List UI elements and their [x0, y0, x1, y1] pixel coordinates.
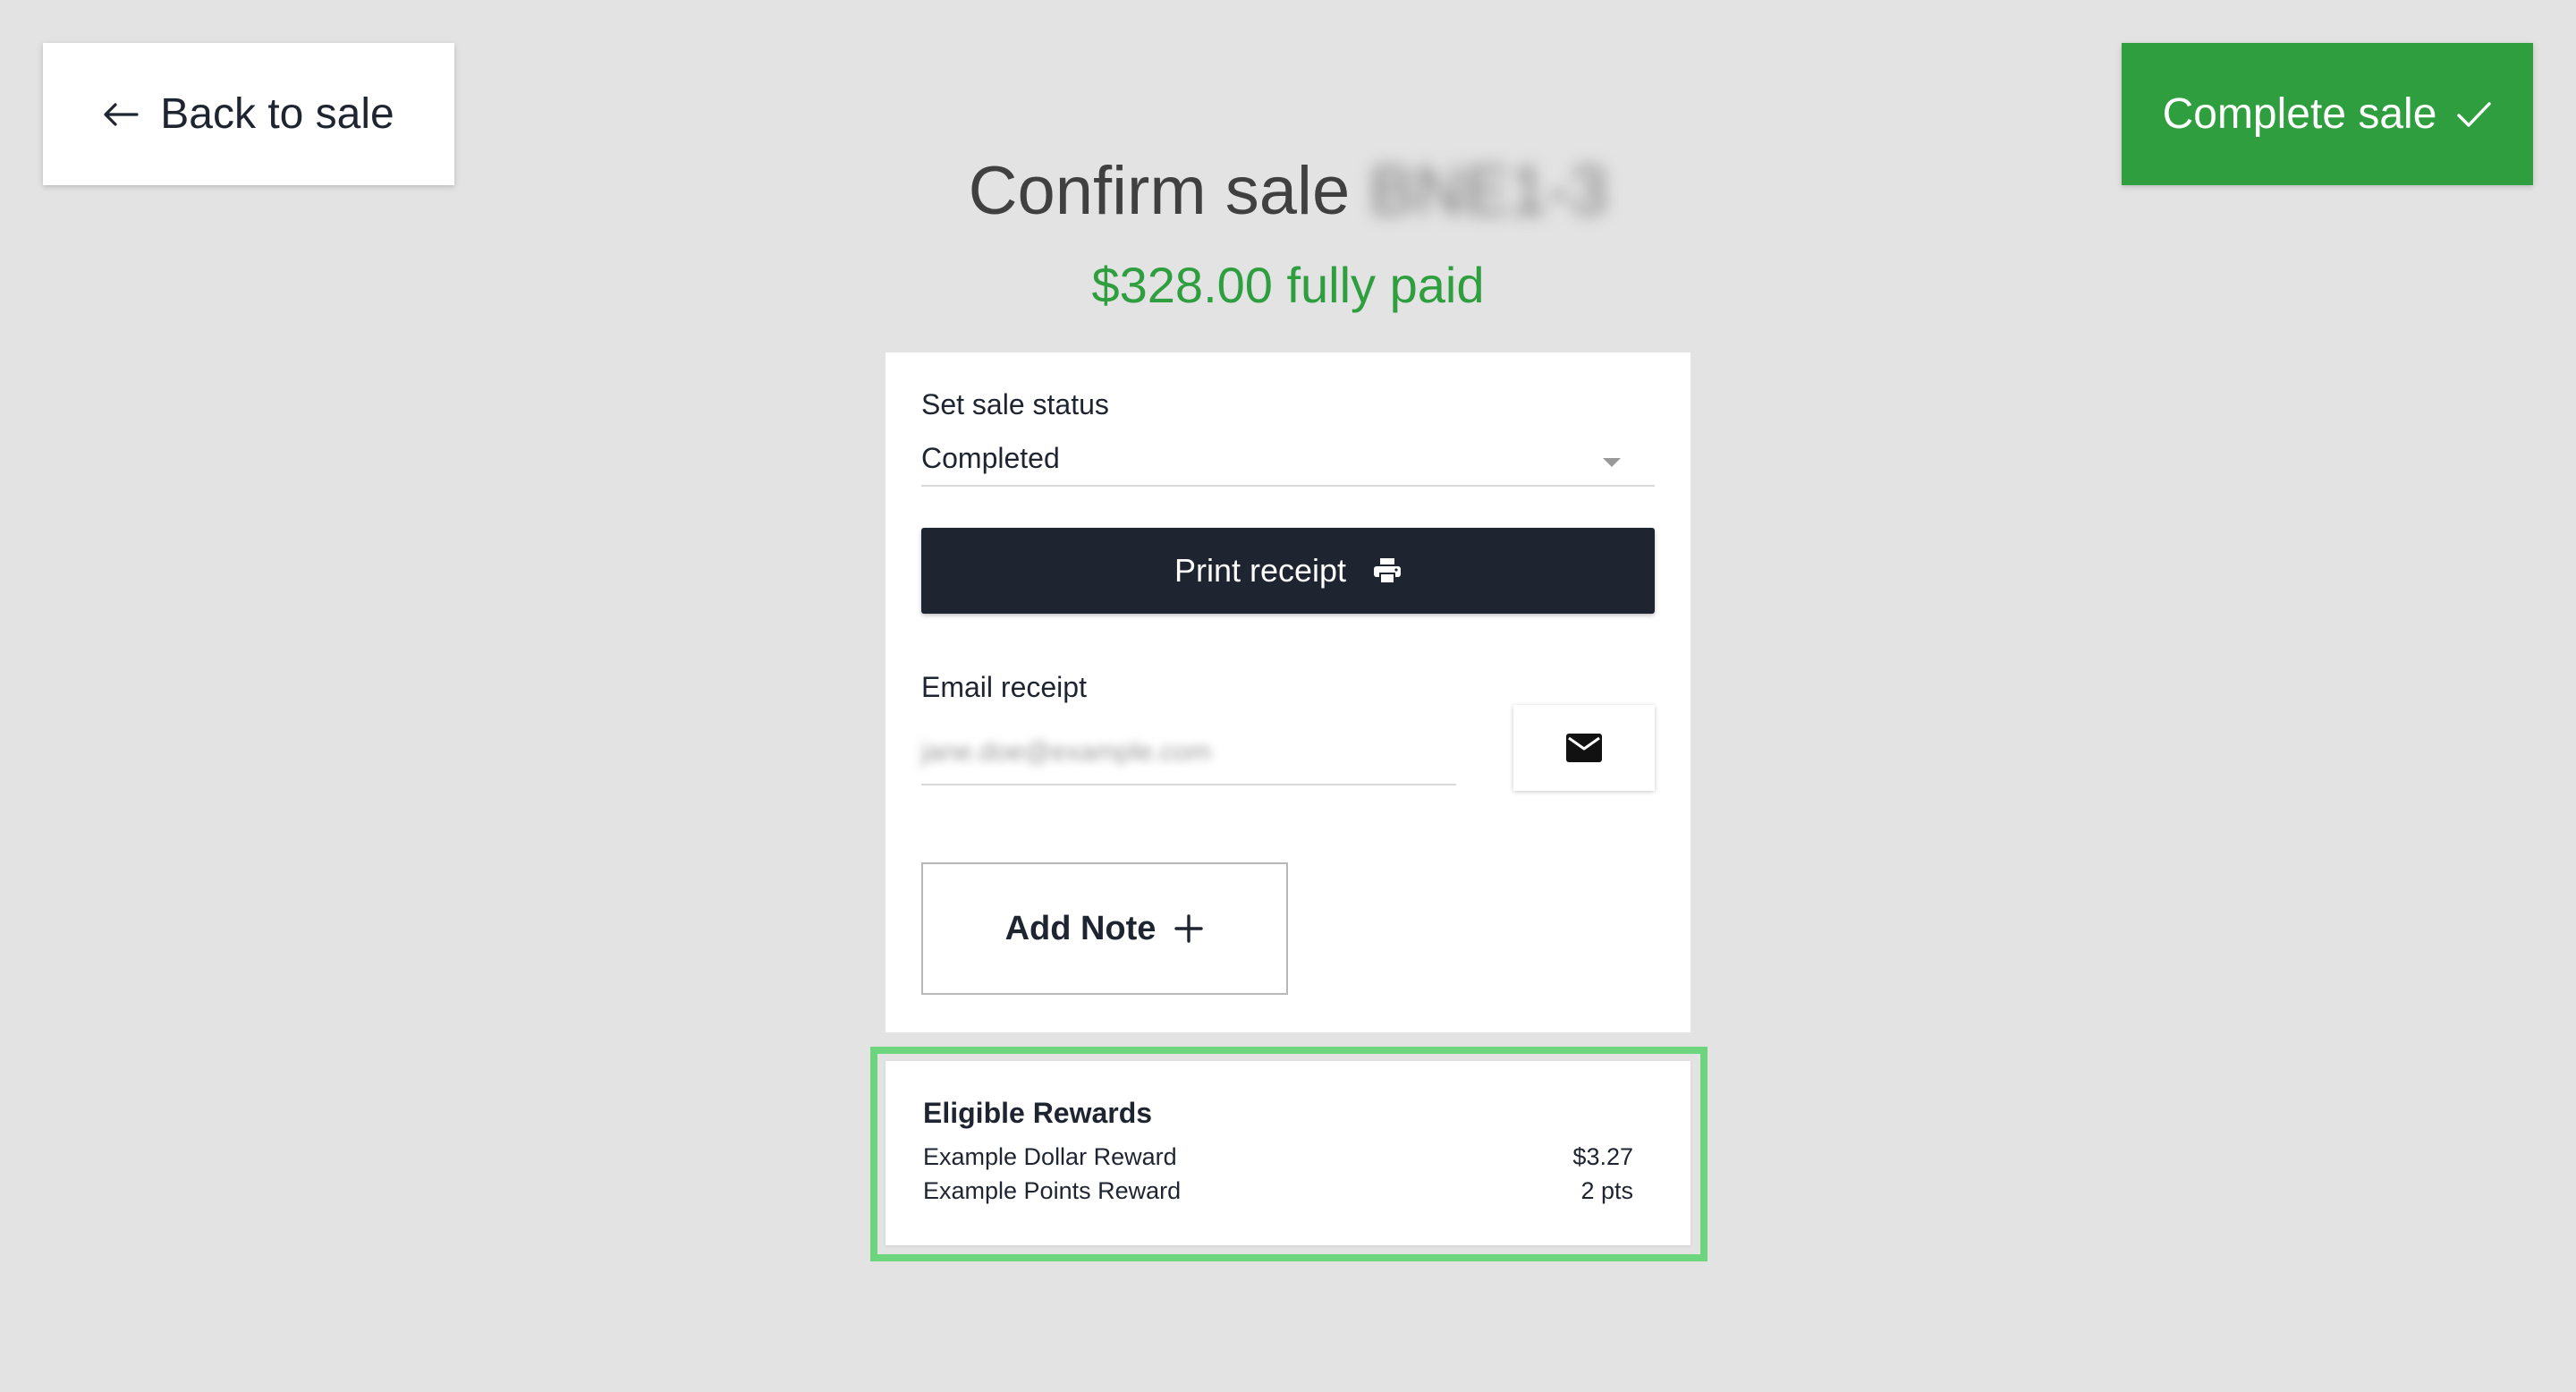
reward-value: 2 pts [1580, 1176, 1633, 1204]
paid-summary: $328.00 fully paid [1091, 257, 1485, 313]
reward-row: Example Dollar Reward $3.27 [923, 1140, 1633, 1174]
email-field[interactable]: jane.doe@example.com [921, 732, 1456, 785]
page-title-row: Confirm sale BNE1-3 [0, 152, 2576, 230]
print-receipt-label: Print receipt [1174, 552, 1347, 589]
sale-status-label: Set sale status [921, 388, 1109, 420]
envelope-icon [1565, 733, 1603, 763]
email-field-value: jane.doe@example.com [921, 737, 1211, 767]
complete-sale-label: Complete sale [2162, 90, 2437, 138]
reward-name: Example Dollar Reward [923, 1142, 1177, 1170]
reward-value: $3.27 [1572, 1142, 1633, 1170]
add-note-button[interactable]: Add Note [921, 862, 1288, 995]
print-receipt-button[interactable]: Print receipt [921, 528, 1655, 614]
send-email-button[interactable] [1513, 705, 1655, 791]
eligible-rewards-title: Eligible Rewards [923, 1097, 1153, 1129]
reward-name: Example Points Reward [923, 1176, 1182, 1204]
sale-id: BNE1-3 [1369, 153, 1608, 229]
page-title: Confirm sale [968, 153, 1351, 229]
arrow-left-icon [103, 101, 139, 128]
sale-options-card: Set sale status Completed Print receipt … [886, 352, 1690, 1032]
check-icon [2456, 100, 2492, 129]
sale-status-value: Completed [921, 442, 1060, 474]
plus-icon [1174, 913, 1204, 944]
sale-status-select[interactable]: Completed [921, 440, 1655, 487]
confirm-sale-page: Back to sale Complete sale Confirm sale … [0, 0, 2576, 1392]
printer-icon [1373, 557, 1402, 584]
back-to-sale-label: Back to sale [160, 90, 394, 138]
chevron-down-icon [1603, 458, 1621, 467]
reward-row: Example Points Reward 2 pts [923, 1174, 1633, 1208]
add-note-label: Add Note [1004, 909, 1157, 947]
email-receipt-label: Email receipt [921, 671, 1087, 703]
eligible-rewards-card: Eligible Rewards Example Dollar Reward $… [886, 1061, 1690, 1245]
